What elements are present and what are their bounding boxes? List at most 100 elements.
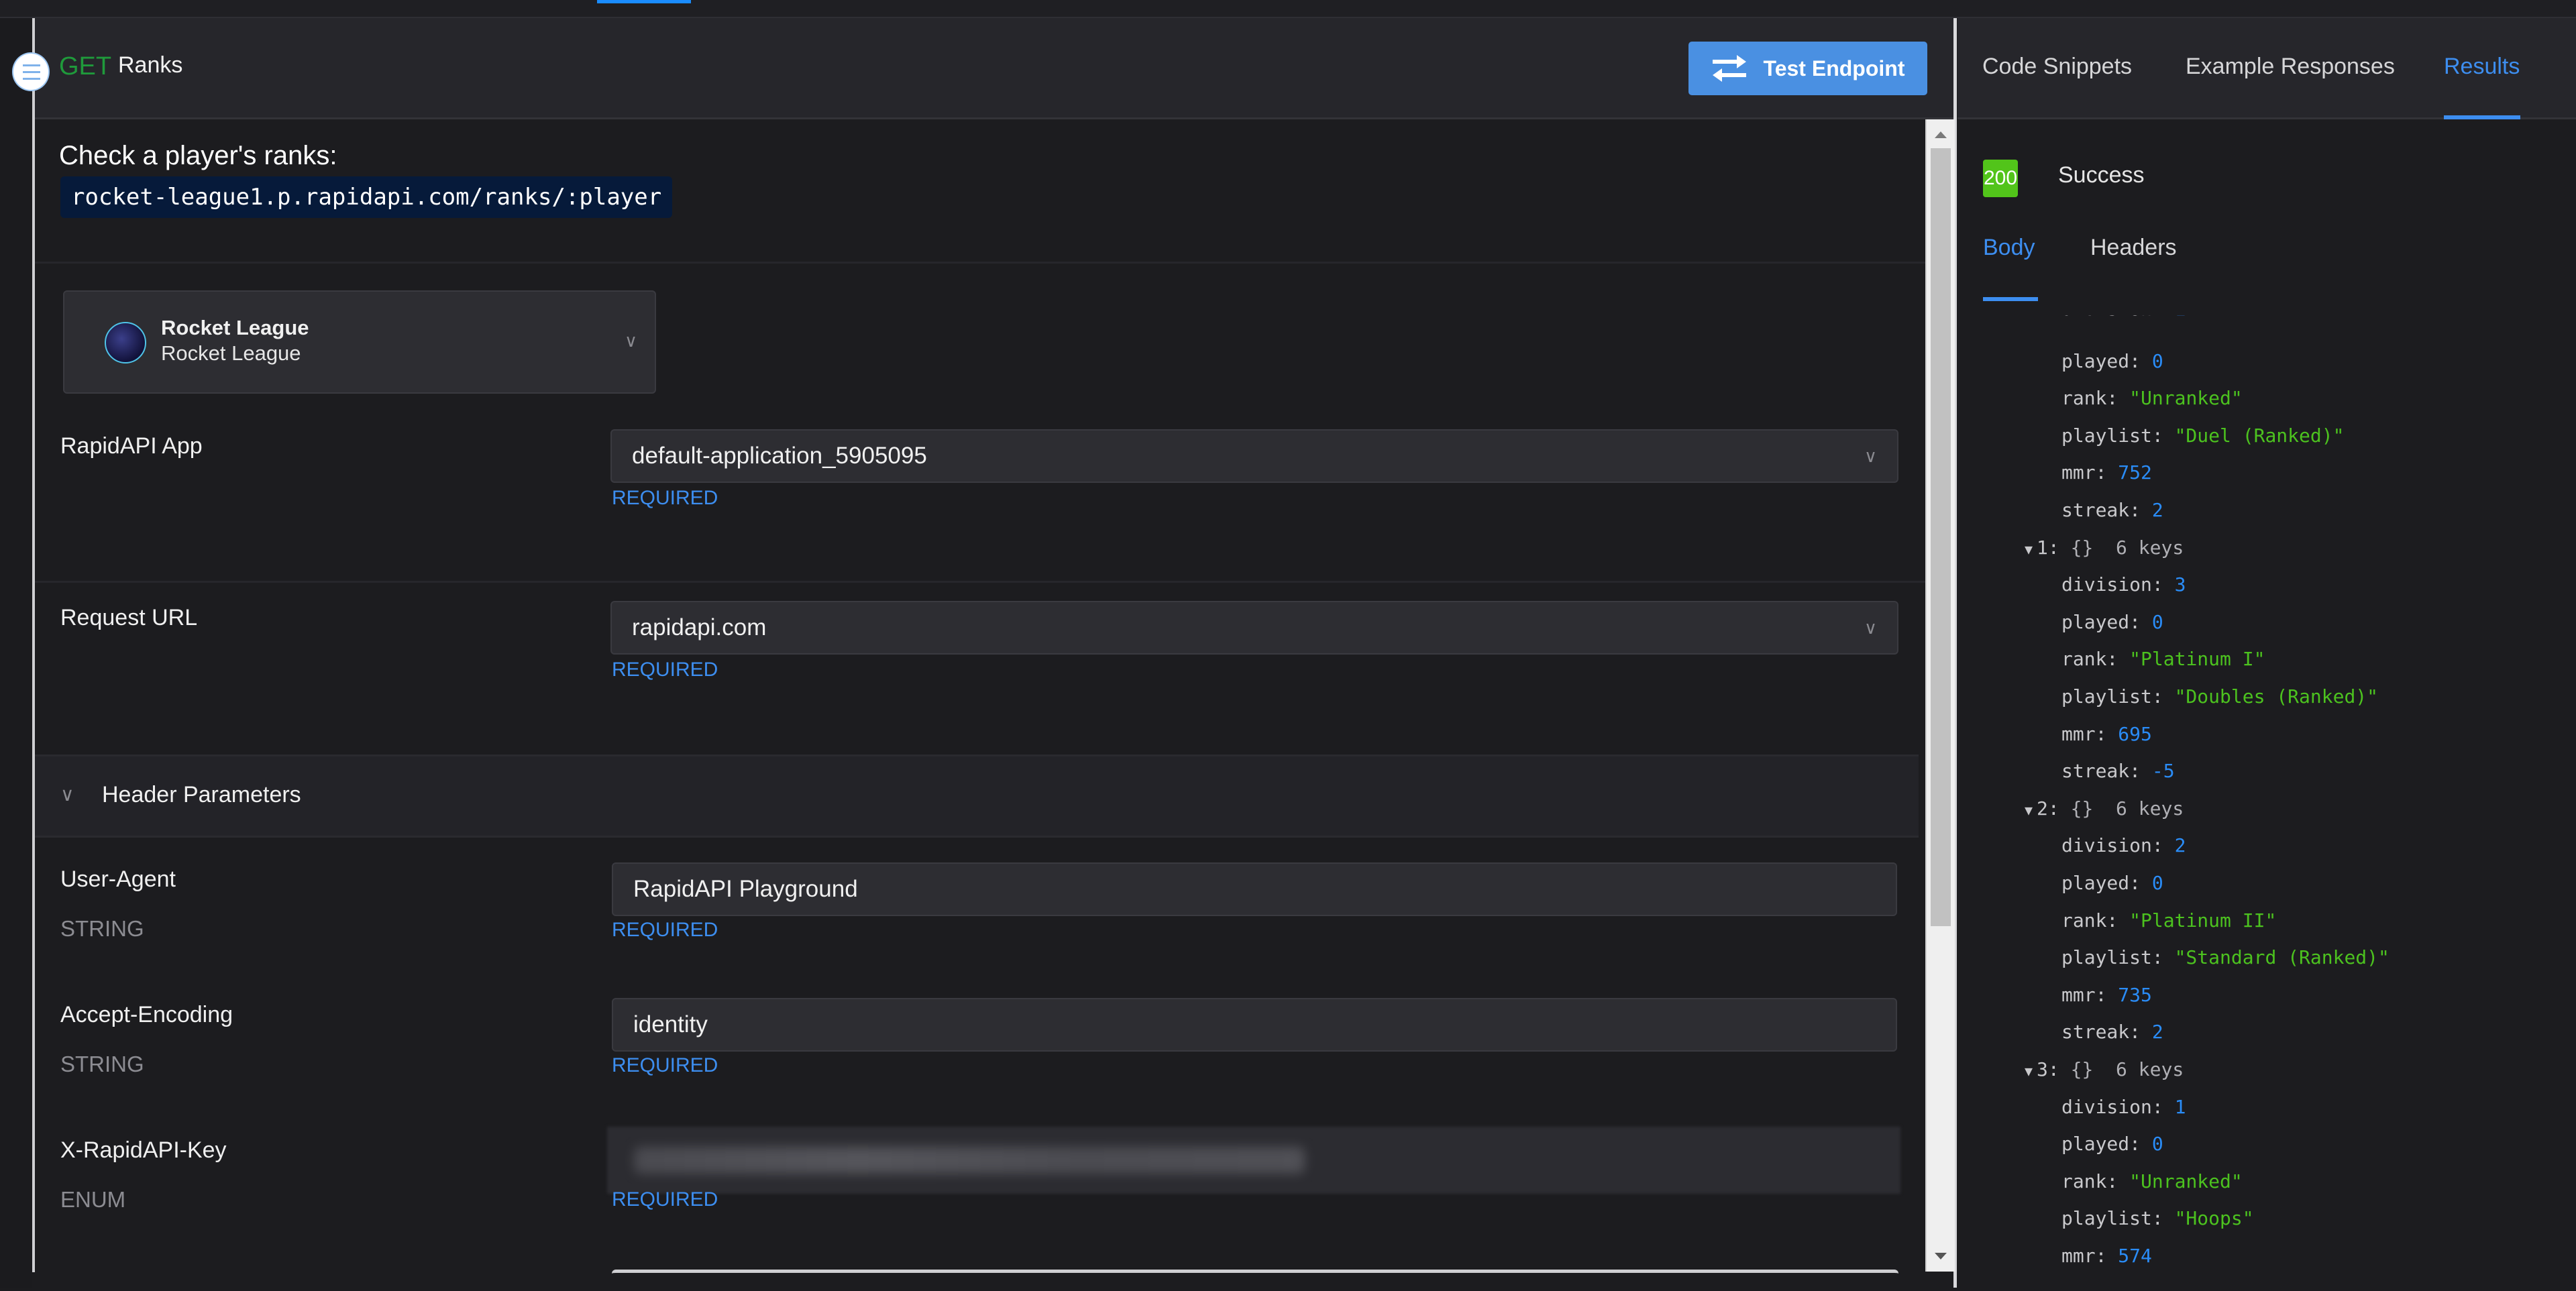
param-label-x-rapidapi-key: X-RapidAPI-Key [60,1137,227,1163]
status-code-badge: 200 [1983,160,2018,197]
json-value: 3 [2174,573,2186,596]
json-property: rank: "Unranked" [2061,1170,2243,1192]
json-key: division: [2061,573,2175,596]
tab-code-snippets[interactable]: Code Snippets [1982,54,2132,80]
json-value: "Unranked" [2129,387,2243,410]
tab-body-underline [1983,297,2038,301]
json-object-summary: {} 6 keys [2059,797,2184,820]
required-label: REQUIRED [612,659,718,681]
chevron-down-icon: ∨ [624,331,637,351]
json-property: mmr: 752 [2061,461,2152,484]
tab-example-responses[interactable]: Example Responses [2186,54,2395,80]
request-url-select[interactable]: rapidapi.com ∨ [610,601,1898,655]
endpoint-url: rocket-league1.p.rapidapi.com/ranks/:pla… [60,176,673,218]
json-key: 2: [2037,797,2059,820]
json-property: played: 0 [2061,872,2163,894]
json-property: rank: "Platinum II" [2061,909,2276,932]
json-key: division: [2061,1095,2175,1118]
user-agent-input[interactable]: RapidAPI Playground [612,862,1897,916]
status-text: Success [2058,162,2145,188]
json-property: mmr: 574 [2061,1245,2152,1267]
tab-body[interactable]: Body [1983,235,2035,261]
json-key: mmr: [2061,461,2118,484]
scroll-up-arrow-icon[interactable] [1935,131,1947,138]
json-property: division: 1 [2061,1096,2186,1118]
json-value: "Platinum II" [2129,909,2277,932]
hamburger-circle-icon[interactable] [12,52,50,91]
collapse-triangle-icon[interactable]: ▼ [2025,541,2033,557]
json-key: streak: [2061,760,2152,783]
rocket-league-logo-icon [105,322,146,363]
json-value: 0 [2151,1133,2163,1156]
tab-headers[interactable]: Headers [2090,235,2177,261]
scrollbar-thumb[interactable] [1931,148,1951,926]
swap-arrows-icon [1712,55,1746,82]
accept-encoding-input[interactable]: identity [612,998,1897,1052]
tab-results[interactable]: Results [2444,54,2520,80]
json-key: mmr: [2061,983,2118,1006]
json-value: 2 [2151,499,2163,521]
endpoint-name: Ranks [118,52,183,78]
tab-results-underline [2444,115,2520,119]
x-rapidapi-key-input-redacted[interactable] [607,1127,1900,1194]
header-parameters-section[interactable]: ∨ Header Parameters [35,754,1919,838]
param-type: STRING [60,916,144,941]
json-key: 3: [2037,1058,2059,1080]
json-property: division: 1 [2061,315,2186,320]
json-value: 1 [2174,1095,2186,1118]
required-label: REQUIRED [612,1188,718,1211]
param-type: STRING [60,1052,144,1076]
next-input-partial[interactable] [612,1270,1898,1291]
json-key: playlist: [2061,1207,2175,1230]
json-value: 2 [2151,1021,2163,1044]
json-key: rank: [2061,1170,2130,1192]
endpoint-header [35,18,1955,119]
json-object-node[interactable]: ▼ 3: {} 6 keys [2025,1058,2184,1080]
json-value: 0 [2151,610,2163,633]
json-key: 1: [2037,536,2059,559]
json-key: mmr: [2061,1245,2118,1267]
json-object-node[interactable]: ▼ 2: {} 6 keys [2025,797,2184,820]
api-selector[interactable]: Rocket League Rocket League ∨ [63,290,656,394]
json-value: 2 [2174,834,2186,857]
collapse-triangle-icon[interactable]: ▼ [2025,802,2033,818]
json-key: division: [2061,834,2175,857]
api-title: Rocket League [161,316,309,339]
field-label-rapidapi-app: RapidAPI App [60,433,203,459]
json-value: 695 [2118,722,2152,745]
json-property: played: 0 [2061,611,2163,633]
left-rail [0,18,32,1288]
divider [35,581,1925,583]
scroll-down-arrow-icon[interactable] [1935,1253,1947,1259]
json-object-node[interactable]: ▼ 1: {} 6 keys [2025,537,2184,559]
json-value: 752 [2118,461,2152,484]
json-property: playlist: "Hoops" [2061,1207,2254,1229]
json-value: -5 [2151,760,2175,783]
chevron-down-icon: ∨ [60,784,74,805]
json-key: playlist: [2061,685,2175,708]
json-key: division: [2061,315,2175,320]
active-tab-indicator [597,0,691,3]
json-key: mmr: [2061,722,2118,745]
response-json-viewer: division: 1 played: 0 rank: "Unranked" play… [1959,315,2576,1288]
json-property: playlist: "Doubles (Ranked)" [2061,685,2378,708]
collapse-triangle-icon[interactable]: ▼ [2025,1063,2033,1079]
rapidapi-app-select[interactable]: default-application_5905095 ∨ [610,429,1898,483]
json-key: streak: [2061,499,2152,521]
field-label-request-url: Request URL [60,605,198,630]
json-property: played: 0 [2061,350,2163,372]
param-label-user-agent: User-Agent [60,866,176,892]
test-endpoint-button[interactable]: Test Endpoint [1688,42,1927,95]
form-scrollbar[interactable] [1925,119,1955,1272]
json-value: "Platinum I" [2129,648,2265,671]
required-label: REQUIRED [612,487,718,509]
json-property: playlist: "Standard (Ranked)" [2061,946,2390,968]
test-endpoint-label: Test Endpoint [1763,56,1905,80]
json-value: 0 [2151,349,2163,372]
json-value: "Hoops" [2174,1207,2254,1230]
json-property: mmr: 735 [2061,984,2152,1006]
divider [35,262,1925,264]
json-property: played: 0 [2061,1133,2163,1155]
json-property: streak: 2 [2061,499,2163,521]
json-value: 735 [2118,983,2152,1006]
